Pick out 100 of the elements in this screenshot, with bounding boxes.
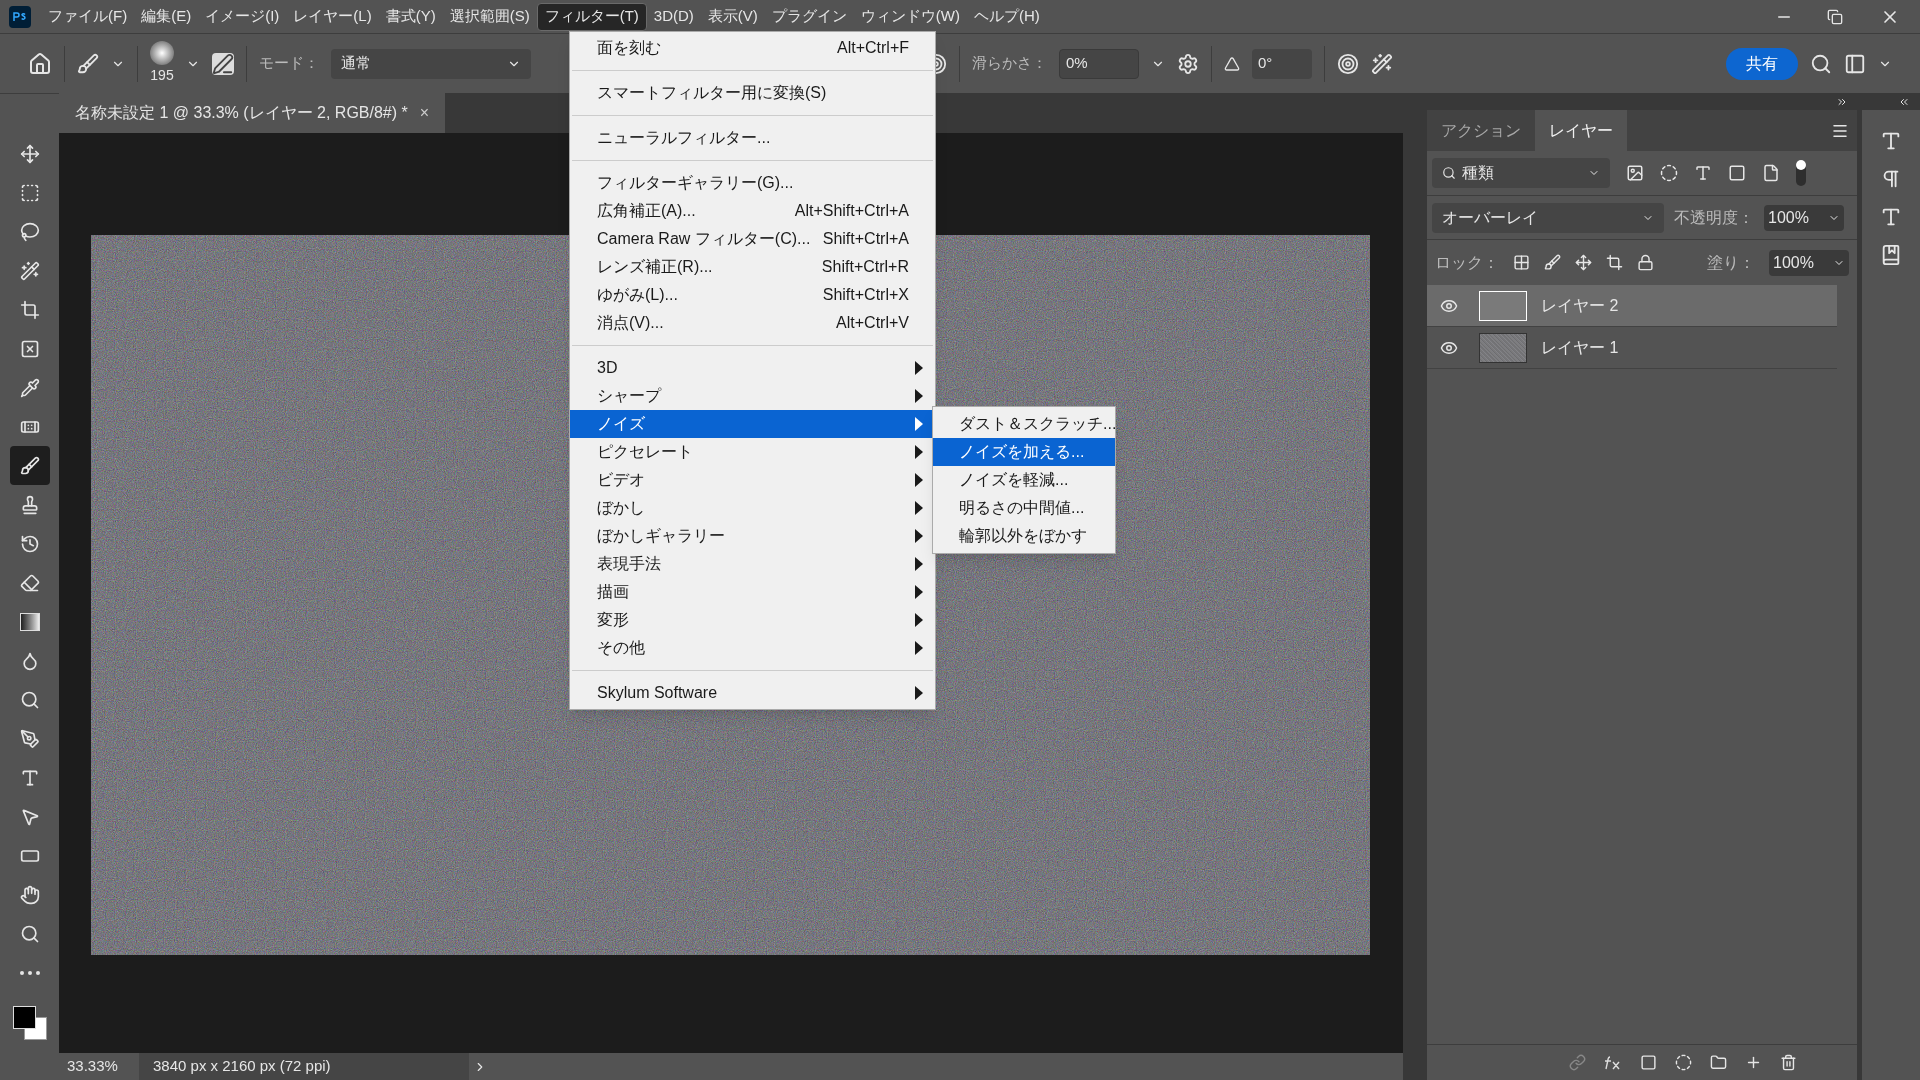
menu-item[interactable]: レイヤー(L) — [286, 2, 379, 31]
submenu-arrow-icon — [915, 501, 923, 515]
angle-field[interactable]: 0° — [1252, 48, 1312, 79]
eraser-icon — [19, 572, 40, 593]
library-icon[interactable] — [1880, 244, 1902, 266]
close-icon[interactable]: × — [419, 101, 430, 125]
menu-item[interactable]: ダスト＆スクラッチ... — [933, 410, 1115, 438]
menu-item[interactable]: フィルターギャラリー(G)... — [570, 169, 935, 197]
zoom-icon — [19, 923, 40, 944]
menu-item[interactable]: 消点(V)... Alt+Ctrl+V — [570, 309, 935, 337]
panel-tab[interactable]: アクション — [1427, 110, 1535, 151]
zoom-level[interactable]: 33.33% — [59, 1055, 139, 1078]
mask-icon[interactable] — [1640, 1054, 1657, 1071]
menu-item[interactable]: 明るさの中間値... — [933, 494, 1115, 522]
hand-icon — [19, 884, 40, 905]
menu-item[interactable]: 描画 — [570, 578, 935, 606]
type-icon[interactable] — [1694, 164, 1712, 182]
wand-icon — [19, 260, 40, 281]
menu-item[interactable]: ピクセレート — [570, 438, 935, 466]
mode-label: モード： — [259, 53, 319, 74]
menu-item[interactable]: 表現手法 — [570, 550, 935, 578]
smoothing-label: 滑らかさ： — [972, 53, 1047, 74]
move-icon — [19, 143, 40, 164]
layer-name: レイヤー 1 — [1541, 337, 1619, 358]
menu-item[interactable]: 広角補正(A)... Alt+Shift+Ctrl+A — [570, 197, 935, 225]
mode-dropdown[interactable]: 通常 — [331, 48, 531, 79]
adjustment-icon[interactable] — [1675, 1054, 1692, 1071]
submenu-arrow-icon — [915, 557, 923, 571]
menu-item[interactable]: ビデオ — [570, 466, 935, 494]
menu-item[interactable]: ノイズを軽減... — [933, 466, 1115, 494]
menu-item[interactable]: スマートフィルター用に変換(S) — [570, 79, 935, 107]
workspace-icon[interactable] — [1844, 52, 1866, 75]
menu-item[interactable]: ファイル(F) — [41, 2, 135, 31]
smart-object-icon[interactable] — [1762, 164, 1780, 182]
filter-dropdown[interactable]: 種類 — [1432, 158, 1610, 188]
tool-button[interactable] — [9, 446, 50, 485]
submenu-arrow-icon — [915, 389, 923, 403]
menu-item[interactable]: ノイズ — [570, 410, 935, 438]
color-swatches-drawing[interactable] — [12, 1006, 47, 1040]
folder-icon[interactable] — [1710, 1054, 1727, 1071]
restore-icon[interactable] — [1827, 8, 1843, 25]
lock-move-icon[interactable] — [1575, 254, 1592, 271]
share-button[interactable]: 共有 — [1726, 47, 1798, 80]
menu-item[interactable]: 3D — [570, 354, 935, 382]
pen-icon — [19, 728, 40, 749]
menu-item[interactable]: フィルター(T) — [536, 2, 647, 31]
menu-item[interactable]: その他 — [570, 634, 935, 662]
menu-item[interactable]: ニューラルフィルター... — [570, 124, 935, 152]
submenu-arrow-icon — [915, 361, 923, 375]
lasso-icon — [19, 221, 40, 242]
layer-thumbnail — [1479, 290, 1527, 321]
character-icon[interactable] — [1880, 130, 1902, 152]
blend-mode-dropdown[interactable]: オーバーレイ — [1432, 202, 1664, 233]
panel-tab[interactable]: レイヤー — [1535, 110, 1627, 151]
menu-item[interactable]: 選択範囲(S) — [442, 2, 537, 31]
submenu-arrow-icon — [915, 445, 923, 459]
smoothing-field[interactable]: 0% — [1059, 48, 1139, 79]
menu-item[interactable]: プラグイン — [764, 2, 854, 31]
lock-transparency-icon[interactable] — [1513, 254, 1530, 271]
lock-icon[interactable] — [1637, 254, 1654, 271]
menu-item[interactable]: ウィンドウ(W) — [853, 2, 967, 31]
shortcut-text: Shift+Ctrl+R — [821, 257, 910, 277]
crop-icon — [19, 299, 40, 320]
settings-icon[interactable] — [1177, 52, 1199, 75]
new-layer-icon[interactable] — [1745, 1054, 1762, 1071]
fill-field[interactable]: 100% — [1769, 249, 1849, 276]
image-icon[interactable] — [1626, 164, 1644, 182]
menu-item[interactable]: ぼかし — [570, 494, 935, 522]
adjustment-icon[interactable] — [1660, 164, 1678, 182]
menu-item[interactable]: ゆがみ(L)... Shift+Ctrl+X — [570, 281, 935, 309]
menu-item[interactable]: イメージ(I) — [198, 2, 287, 31]
brush-icon[interactable] — [77, 52, 99, 75]
menu-item[interactable]: 編集(E) — [134, 2, 199, 31]
shape-icon[interactable] — [1728, 164, 1746, 182]
menu-item[interactable]: ノイズを加える... — [933, 438, 1115, 466]
brush-tip-icon[interactable] — [150, 41, 174, 65]
menu-item[interactable]: 書式(Y) — [378, 2, 443, 31]
menu-item[interactable]: ぼかしギャラリー — [570, 522, 935, 550]
menu-item[interactable]: 面を刻む Alt+Ctrl+F — [570, 34, 935, 62]
search-icon[interactable] — [1810, 52, 1832, 75]
layer-row[interactable]: レイヤー 2 — [1427, 285, 1837, 327]
menu-item[interactable]: 3D(D) — [646, 2, 701, 31]
menu-item[interactable]: 変形 — [570, 606, 935, 634]
menu-item[interactable]: Skylum Software — [570, 679, 935, 707]
lock-artboard-icon[interactable] — [1606, 254, 1623, 271]
home-icon[interactable] — [28, 51, 52, 76]
menu-item[interactable]: Camera Raw フィルター(C)... Shift+Ctrl+A — [570, 225, 935, 253]
brush-settings-icon[interactable] — [212, 52, 234, 75]
app-logo — [9, 5, 31, 28]
menu-item[interactable]: 表示(V) — [700, 2, 765, 31]
opacity-field[interactable]: 100% — [1764, 204, 1844, 231]
menu-item[interactable]: シャープ — [570, 382, 935, 410]
menu-item[interactable]: 輪郭以外をぼかす — [933, 522, 1115, 550]
document-tab[interactable]: 名称未設定 1 @ 33.3% (レイヤー 2, RGB/8#) * × — [59, 93, 446, 133]
menu-item[interactable]: ヘルプ(H) — [967, 2, 1047, 31]
lock-brush-icon[interactable] — [1544, 254, 1561, 271]
fx-icon[interactable] — [1604, 1054, 1622, 1071]
menu-item[interactable]: レンズ補正(R)... Shift+Ctrl+R — [570, 253, 935, 281]
filter-toggle[interactable] — [1796, 160, 1806, 186]
trash-icon[interactable] — [1780, 1054, 1797, 1071]
